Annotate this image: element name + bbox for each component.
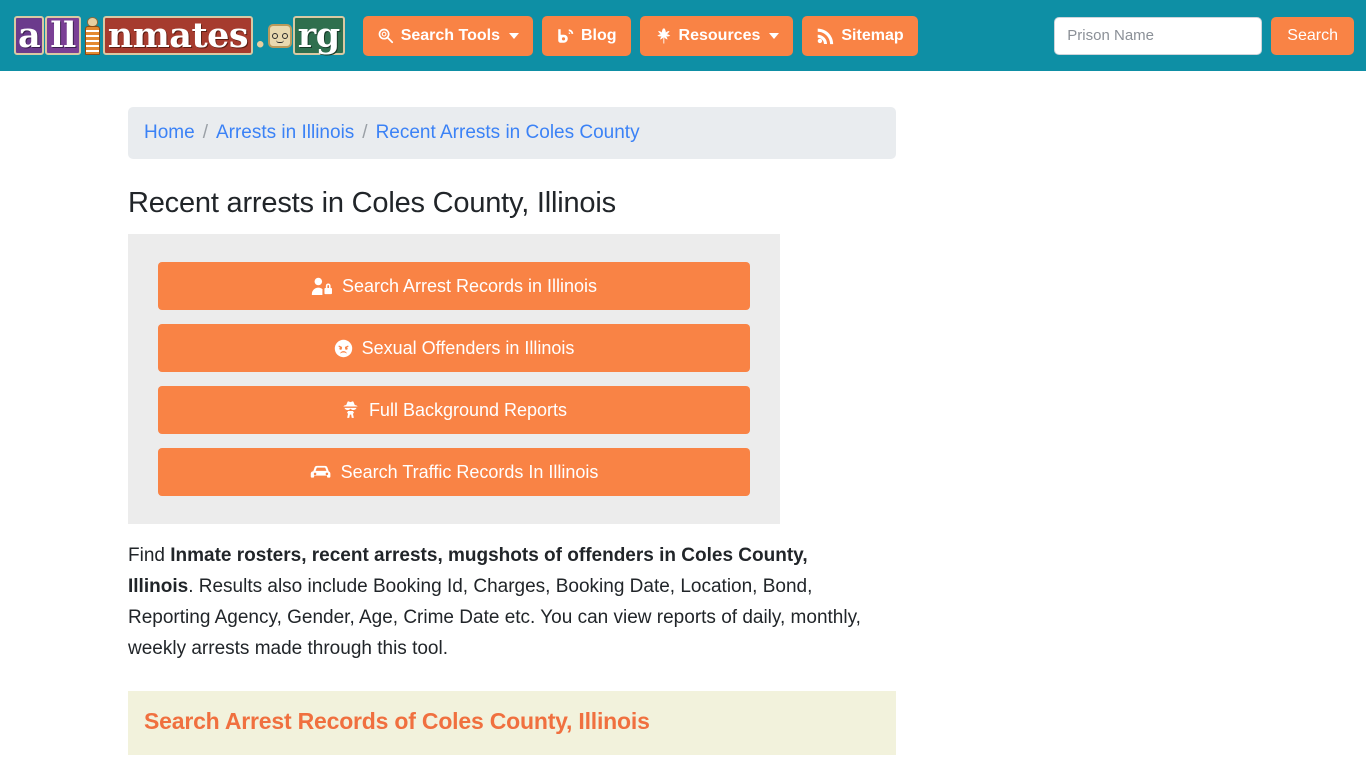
nav-search-tools-button[interactable]: Search Tools [362,15,533,56]
breadcrumb-item-recent-arrests-coles-county[interactable]: Recent Arrests in Coles County [376,122,640,144]
page-title: Recent arrests in Coles County, Illinois [128,187,616,219]
logo-letters-rg: rg [292,16,345,55]
full-background-reports-label: Full Background Reports [368,399,568,420]
section-heading: Search Arrest Records of Coles County, I… [144,707,650,734]
search-records-section: Search Arrest Records of Coles County, I… [128,690,896,755]
logo-wordmark: a ll nmates. rg [14,16,345,56]
breadcrumb-separator: / [202,122,208,143]
blog-icon [556,27,574,45]
breadcrumb-separator: / [362,122,368,143]
intro-paragraph: Find Inmate rosters, recent arrests, mug… [128,540,868,665]
main-navigation: Search Tools Blog Resources Sitemap [362,15,918,56]
site-logo[interactable]: a ll nmates. rg [14,14,345,58]
search-traffic-records-label: Search Traffic Records In Illinois [340,461,599,482]
nav-search-tools-label: Search Tools [400,26,500,44]
search-traffic-records-button[interactable]: Search Traffic Records In Illinois [158,448,750,496]
search-arrest-records-button[interactable]: Search Arrest Records in Illinois [158,262,750,310]
header-search-button[interactable]: Search [1271,16,1354,55]
breadcrumb-item-arrests-in-illinois[interactable]: Arrests in Illinois [216,122,354,144]
paragraph-lead: Find [128,545,171,566]
page-body: Home / Arrests in Illinois / Recent Arre… [0,71,1366,755]
logo-letter-a: a [14,16,45,55]
car-icon [310,463,332,481]
user-lock-icon [311,277,333,295]
search-icon [377,27,394,44]
paragraph-rest: . Results also include Booking Id, Charg… [128,576,861,660]
nav-resources-button[interactable]: Resources [639,15,794,56]
nav-blog-label: Blog [581,26,617,44]
inmate-figure-icon [83,16,102,56]
nav-sitemap-button[interactable]: Sitemap [802,15,918,56]
nav-resources-label: Resources [678,26,761,44]
sexual-offenders-button[interactable]: Sexual Offenders in Illinois [158,324,750,372]
nav-sitemap-label: Sitemap [841,26,904,44]
nav-blog-button[interactable]: Blog [542,15,631,56]
content-container: Home / Arrests in Illinois / Recent Arre… [128,107,896,755]
logo-letters-nmates: nmates [102,16,254,55]
site-header: a ll nmates. rg Search Tools Blog Resour… [0,0,1366,71]
header-search-form: Search [1054,16,1354,55]
full-background-reports-button[interactable]: Full Background Reports [158,386,750,434]
sexual-offenders-label: Sexual Offenders in Illinois [361,337,575,358]
breadcrumb-item-home[interactable]: Home [144,122,195,144]
logo-letters-ll: ll [45,16,81,55]
action-buttons-panel: Search Arrest Records in Illinois Sexual… [128,234,780,524]
search-arrest-records-label: Search Arrest Records in Illinois [341,275,598,296]
rss-icon [816,27,834,45]
logo-dot: . [254,15,266,56]
chevron-down-icon [769,32,780,39]
user-secret-icon [341,400,360,420]
prison-name-search-input[interactable] [1054,16,1263,55]
chevron-down-icon [509,32,519,39]
prisoner-face-icon [267,23,292,48]
leaf-icon [654,27,672,45]
breadcrumb: Home / Arrests in Illinois / Recent Arre… [128,107,896,159]
angry-face-icon [334,339,353,358]
